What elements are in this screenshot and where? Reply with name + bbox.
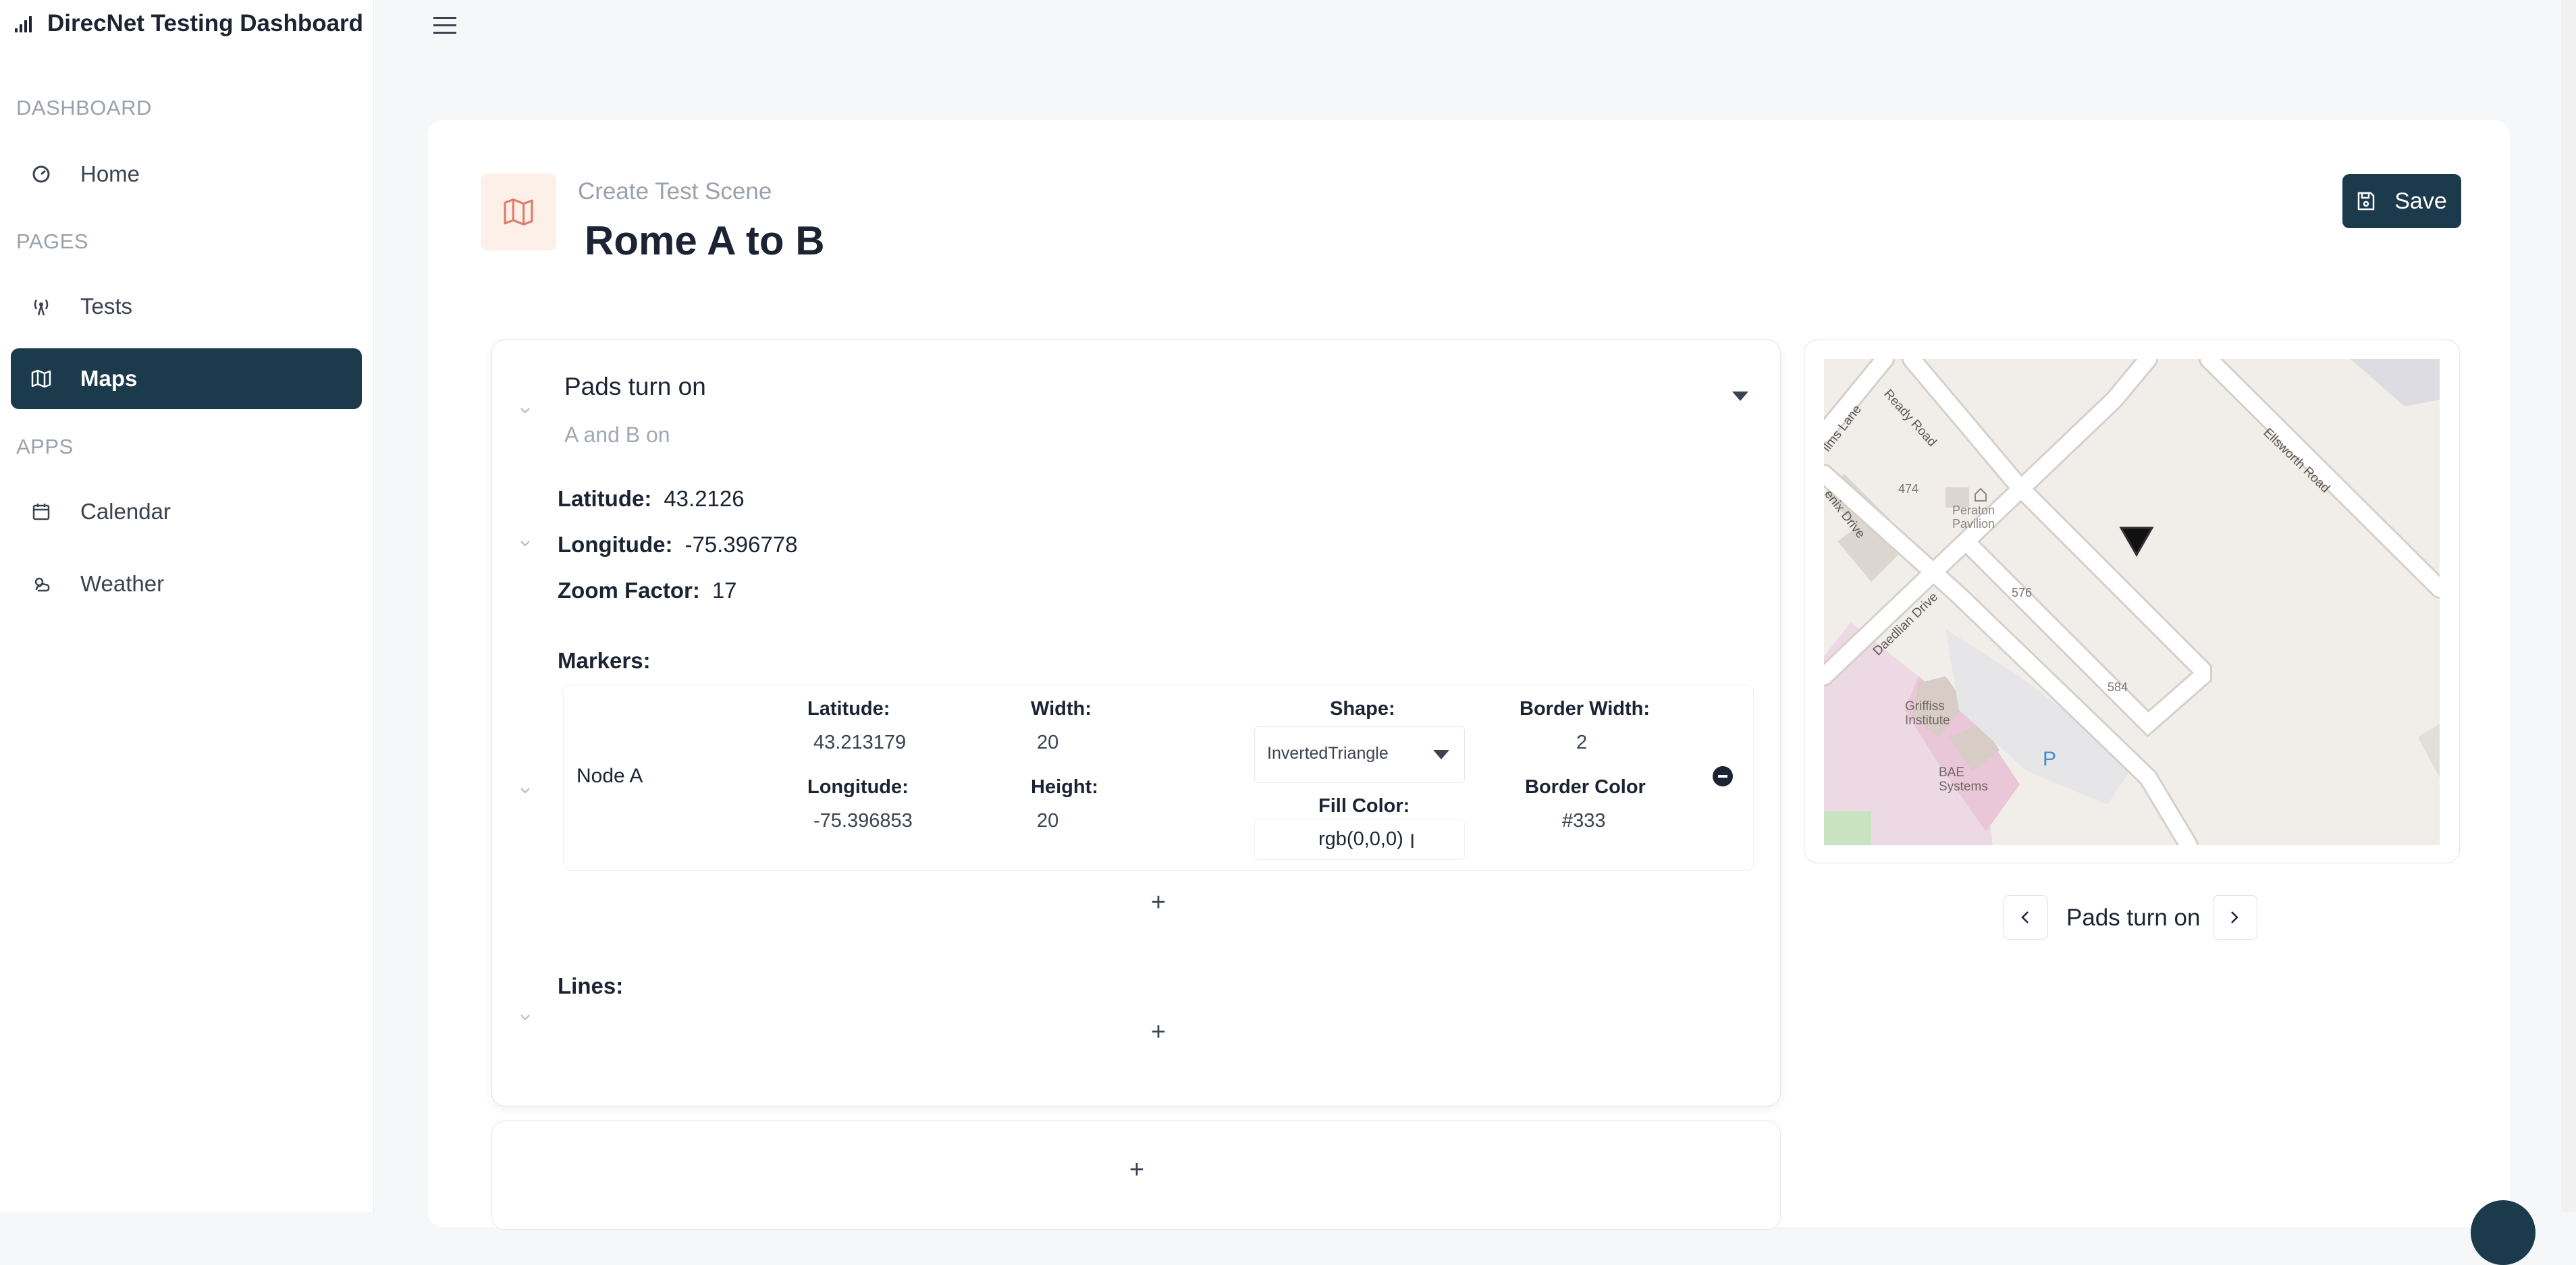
caret-down-icon[interactable] — [1732, 392, 1748, 401]
marker-border-width-value[interactable]: 2 — [1576, 732, 1587, 754]
sidebar: DirecNet Testing Dashboard DASHBOARD Hom… — [0, 0, 374, 1212]
markers-label: Markers: — [558, 648, 651, 673]
sidebar-item-tests[interactable]: Tests — [11, 276, 362, 337]
chevron-left-icon — [2021, 911, 2029, 923]
sidebar-item-calendar[interactable]: Calendar — [11, 481, 362, 542]
shape-select[interactable]: InvertedTriangle — [1254, 726, 1465, 783]
map-label-584: 584 — [2108, 680, 2128, 694]
add-line-button[interactable]: + — [1145, 1018, 1172, 1047]
save-button[interactable]: Save — [2342, 174, 2461, 228]
map-label-474: 474 — [1898, 482, 1918, 495]
marker-name[interactable]: Node A — [576, 765, 643, 788]
page-icon — [481, 173, 556, 250]
marker-border-width-label: Border Width: — [1520, 698, 1651, 720]
section-label-apps: APPS — [16, 435, 74, 458]
marker-fill-label: Fill Color: — [1318, 795, 1410, 817]
antenna-icon — [34, 299, 49, 316]
marker-shape-label: Shape: — [1330, 698, 1395, 720]
shape-select-value: InvertedTriangle — [1267, 744, 1389, 763]
lines-label: Lines: — [558, 973, 624, 998]
page-eyebrow: Create Test Scene — [578, 178, 772, 205]
sidebar-item-label: Tests — [80, 294, 133, 319]
app-title: DirecNet Testing Dashboard — [47, 10, 364, 36]
section-label-dashboard: DASHBOARD — [16, 96, 152, 119]
menu-icon[interactable] — [432, 14, 458, 38]
remove-marker-button[interactable] — [1713, 766, 1733, 786]
gauge-icon — [32, 165, 50, 183]
marker-width-value[interactable]: 20 — [1037, 732, 1058, 754]
marker-latitude-value[interactable]: 43.213179 — [813, 732, 906, 754]
marker-longitude-label: Longitude: — [807, 776, 909, 798]
latitude-value: 43.2126 — [664, 486, 745, 511]
sidebar-item-maps[interactable]: Maps — [11, 348, 362, 409]
sidebar-item-label: Weather — [80, 571, 165, 596]
save-button-label: Save — [2394, 188, 2447, 214]
map-label-576: 576 — [2012, 586, 2032, 599]
sidebar-item-label: Calendar — [80, 499, 171, 524]
scene-subtitle[interactable]: A and B on — [564, 423, 670, 448]
floating-action-button[interactable] — [2471, 1200, 2535, 1265]
calendar-icon — [32, 504, 50, 520]
marker-border-color-value[interactable]: #333 — [1562, 810, 1606, 832]
sidebar-item-label: Home — [80, 161, 140, 186]
marker-height-value[interactable]: 20 — [1037, 810, 1058, 832]
current-scene-label: Pads turn on — [2066, 905, 2201, 931]
fill-color-value: rgb(0,0,0) — [1318, 828, 1403, 850]
add-scene-button[interactable]: + — [1123, 1156, 1150, 1185]
map-icon — [31, 369, 51, 388]
scene-title[interactable]: Pads turn on — [564, 373, 706, 401]
chevron-down-icon[interactable] — [520, 1014, 531, 1021]
marker-width-label: Width: — [1031, 698, 1092, 720]
map-label-peraton: Peraton Pavilion — [1952, 504, 1995, 531]
sidebar-item-label: Maps — [80, 366, 138, 391]
fill-color-input[interactable]: rgb(0,0,0) — [1254, 819, 1465, 860]
scrollbar[interactable] — [2561, 0, 2576, 1212]
sidebar-item-home[interactable]: Home — [11, 144, 362, 205]
marker-border-color-label: Border Color — [1525, 776, 1646, 798]
signal-icon — [15, 16, 32, 32]
map-label-griffiss: Griffiss Institute — [1905, 699, 1950, 728]
scene-zoom[interactable]: Zoom Factor: 17 — [558, 578, 737, 603]
scene-longitude[interactable]: Longitude: -75.396778 — [558, 532, 797, 558]
marker-longitude-value[interactable]: -75.396853 — [813, 810, 913, 832]
save-icon — [2358, 192, 2375, 211]
section-label-pages: PAGES — [16, 230, 89, 253]
brand[interactable]: DirecNet Testing Dashboard — [15, 8, 363, 39]
sidebar-item-weather[interactable]: Weather — [11, 554, 362, 614]
marker-latitude-label: Latitude: — [807, 698, 890, 720]
chevron-down-icon[interactable] — [520, 407, 531, 414]
longitude-value: -75.396778 — [685, 532, 798, 557]
weather-icon — [34, 577, 50, 592]
latitude-label: Latitude: — [558, 486, 652, 511]
chevron-down-icon[interactable] — [520, 787, 531, 794]
marker-height-label: Height: — [1031, 776, 1098, 798]
chevron-down-icon[interactable] — [520, 540, 531, 547]
zoom-value: 17 — [712, 578, 737, 603]
add-marker-button[interactable]: + — [1145, 888, 1172, 917]
map-canvas[interactable]: Ready Road Ellsworth Road llms Lane enix… — [1824, 359, 2440, 845]
page-title: Rome A to B — [585, 218, 825, 263]
map-view[interactable]: Ready Road Ellsworth Road llms Lane enix… — [1824, 359, 2440, 845]
prev-scene-button[interactable] — [2004, 895, 2048, 940]
zoom-label: Zoom Factor: — [558, 578, 700, 603]
scene-latitude[interactable]: Latitude: 43.2126 — [558, 486, 745, 512]
parking-icon: P — [2043, 748, 2056, 770]
caret-down-icon — [1433, 750, 1449, 759]
chevron-right-icon — [2231, 911, 2238, 923]
next-scene-button[interactable] — [2213, 895, 2257, 940]
map-icon — [504, 198, 533, 225]
map-scene-nav: Pads turn on — [2004, 895, 2260, 940]
text-cursor-icon: I — [1410, 830, 1416, 853]
longitude-label: Longitude: — [558, 532, 673, 557]
